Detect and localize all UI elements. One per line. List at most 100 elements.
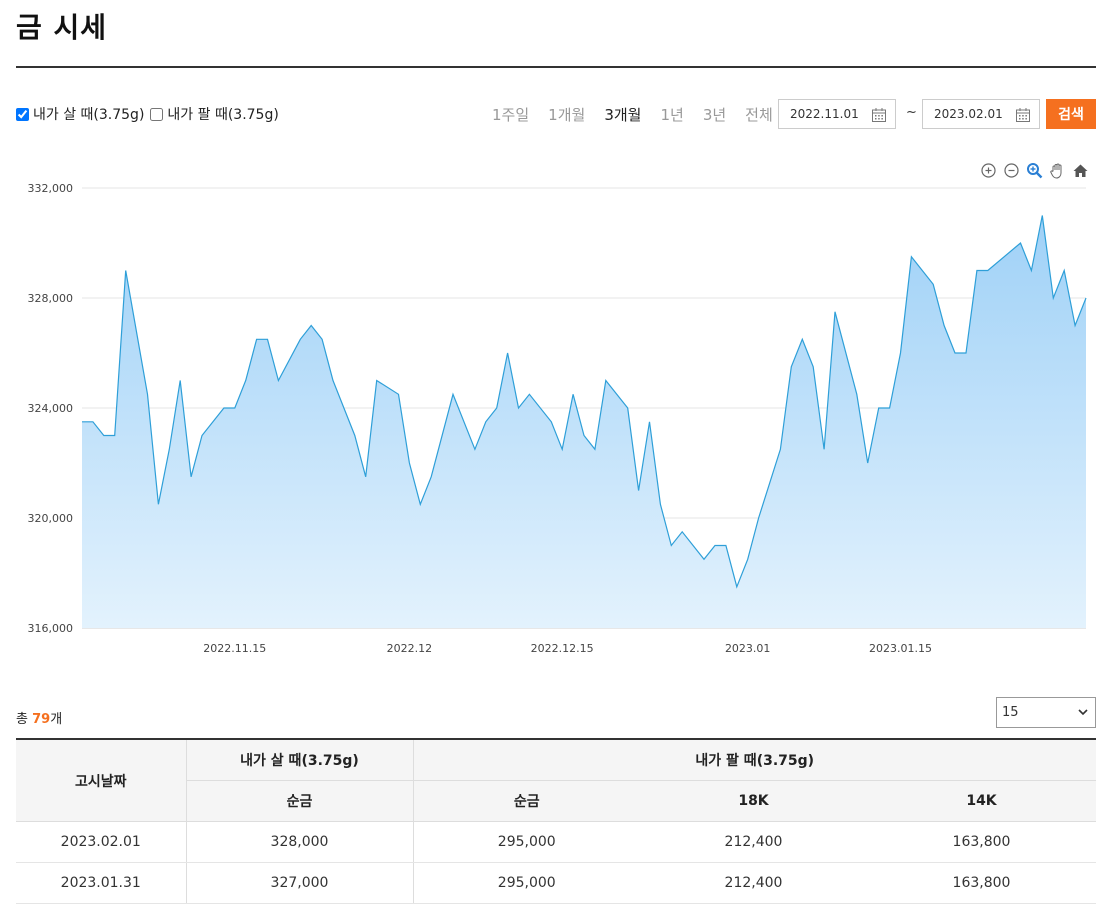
price-point[interactable] [483, 419, 489, 425]
price-point[interactable] [821, 446, 827, 452]
price-point[interactable] [974, 268, 980, 274]
price-point[interactable] [396, 391, 402, 397]
price-point[interactable] [745, 556, 751, 562]
price-point[interactable] [570, 391, 576, 397]
price-point[interactable] [450, 391, 456, 397]
price-point[interactable] [101, 433, 107, 439]
x-tick-label: 2022.11.15 [203, 642, 266, 655]
period-3month[interactable]: 3개월 [604, 104, 641, 125]
price-point[interactable] [352, 433, 358, 439]
price-point[interactable] [308, 323, 314, 329]
search-button[interactable]: 검색 [1046, 99, 1096, 129]
start-date-input[interactable]: 2022.11.01 [778, 99, 896, 129]
price-point[interactable] [548, 419, 554, 425]
price-point[interactable] [777, 446, 783, 452]
table-row: 2023.01.31 327,000 295,000 212,400 163,8… [16, 862, 1096, 904]
price-point[interactable] [374, 378, 380, 384]
price-point[interactable] [243, 378, 249, 384]
price-point[interactable] [603, 378, 609, 384]
price-point[interactable] [930, 281, 936, 287]
price-point[interactable] [265, 336, 271, 342]
sell-option[interactable]: 내가 팔 때(3.75g) [150, 104, 279, 124]
price-point[interactable] [985, 268, 991, 274]
price-point[interactable] [199, 433, 205, 439]
price-point[interactable] [1050, 295, 1056, 301]
price-point[interactable] [1083, 295, 1089, 301]
price-point[interactable] [625, 405, 631, 411]
price-point[interactable] [112, 433, 118, 439]
price-point[interactable] [799, 336, 805, 342]
price-point[interactable] [876, 405, 882, 411]
price-point[interactable] [559, 446, 565, 452]
price-point[interactable] [788, 364, 794, 370]
price-point[interactable] [854, 391, 860, 397]
price-point[interactable] [297, 336, 303, 342]
price-point[interactable] [952, 350, 958, 356]
price-point[interactable] [941, 323, 947, 329]
period-3year[interactable]: 3년 [703, 104, 726, 125]
price-point[interactable] [668, 543, 674, 549]
price-point[interactable] [417, 501, 423, 507]
price-point[interactable] [275, 378, 281, 384]
price-point[interactable] [592, 446, 598, 452]
price-point[interactable] [526, 391, 532, 397]
sell-checkbox[interactable] [150, 107, 164, 121]
price-point[interactable] [908, 254, 914, 260]
buy-checkbox[interactable] [16, 107, 29, 121]
price-point[interactable] [647, 419, 653, 425]
price-point[interactable] [723, 543, 729, 549]
page-size-select[interactable]: 15 [996, 697, 1096, 728]
price-point[interactable] [712, 543, 718, 549]
price-point[interactable] [330, 378, 336, 384]
price-point[interactable] [254, 336, 260, 342]
price-point[interactable] [363, 474, 369, 480]
price-point[interactable] [1061, 268, 1067, 274]
price-point[interactable] [701, 556, 707, 562]
end-date-input[interactable]: 2023.02.01 [922, 99, 1040, 129]
period-1month[interactable]: 1개월 [548, 104, 585, 125]
price-point[interactable] [810, 364, 816, 370]
price-point[interactable] [636, 488, 642, 494]
buy-option[interactable]: 내가 살 때(3.75g) [16, 104, 144, 124]
price-point[interactable] [1072, 323, 1078, 329]
date-header: 고시날짜 [16, 738, 186, 822]
price-point[interactable] [1018, 240, 1024, 246]
period-1year[interactable]: 1년 [660, 104, 683, 125]
sell-option-label: 내가 팔 때(3.75g) [167, 107, 279, 123]
price-point[interactable] [494, 405, 500, 411]
price-point[interactable] [679, 529, 685, 535]
price-point[interactable] [581, 433, 587, 439]
price-point[interactable] [1039, 213, 1045, 219]
price-point[interactable] [79, 419, 85, 425]
calendar-icon[interactable] [871, 107, 887, 123]
price-point[interactable] [756, 515, 762, 521]
price-point[interactable] [734, 584, 740, 590]
price-point[interactable] [90, 419, 96, 425]
price-point[interactable] [963, 350, 969, 356]
calendar-icon[interactable] [1015, 107, 1031, 123]
price-point[interactable] [177, 378, 183, 384]
price-point[interactable] [319, 336, 325, 342]
price-point[interactable] [221, 405, 227, 411]
price-point[interactable] [898, 350, 904, 356]
price-point[interactable] [406, 460, 412, 466]
price-point[interactable] [516, 405, 522, 411]
row-sell-18k: 212,400 [640, 821, 867, 863]
price-point[interactable] [123, 268, 129, 274]
price-point[interactable] [832, 309, 838, 315]
price-point[interactable] [166, 446, 172, 452]
price-point[interactable] [155, 501, 161, 507]
period-1week[interactable]: 1주일 [492, 104, 529, 125]
price-point[interactable] [887, 405, 893, 411]
price-point[interactable] [657, 501, 663, 507]
price-point[interactable] [428, 474, 434, 480]
price-point[interactable] [865, 460, 871, 466]
price-point[interactable] [472, 446, 478, 452]
period-all[interactable]: 전체 [745, 104, 773, 125]
price-point[interactable] [505, 350, 511, 356]
price-point[interactable] [232, 405, 238, 411]
price-point[interactable] [188, 474, 194, 480]
price-point[interactable] [1028, 268, 1034, 274]
price-point[interactable] [145, 391, 151, 397]
sell-18k-header: 18K [640, 780, 867, 822]
